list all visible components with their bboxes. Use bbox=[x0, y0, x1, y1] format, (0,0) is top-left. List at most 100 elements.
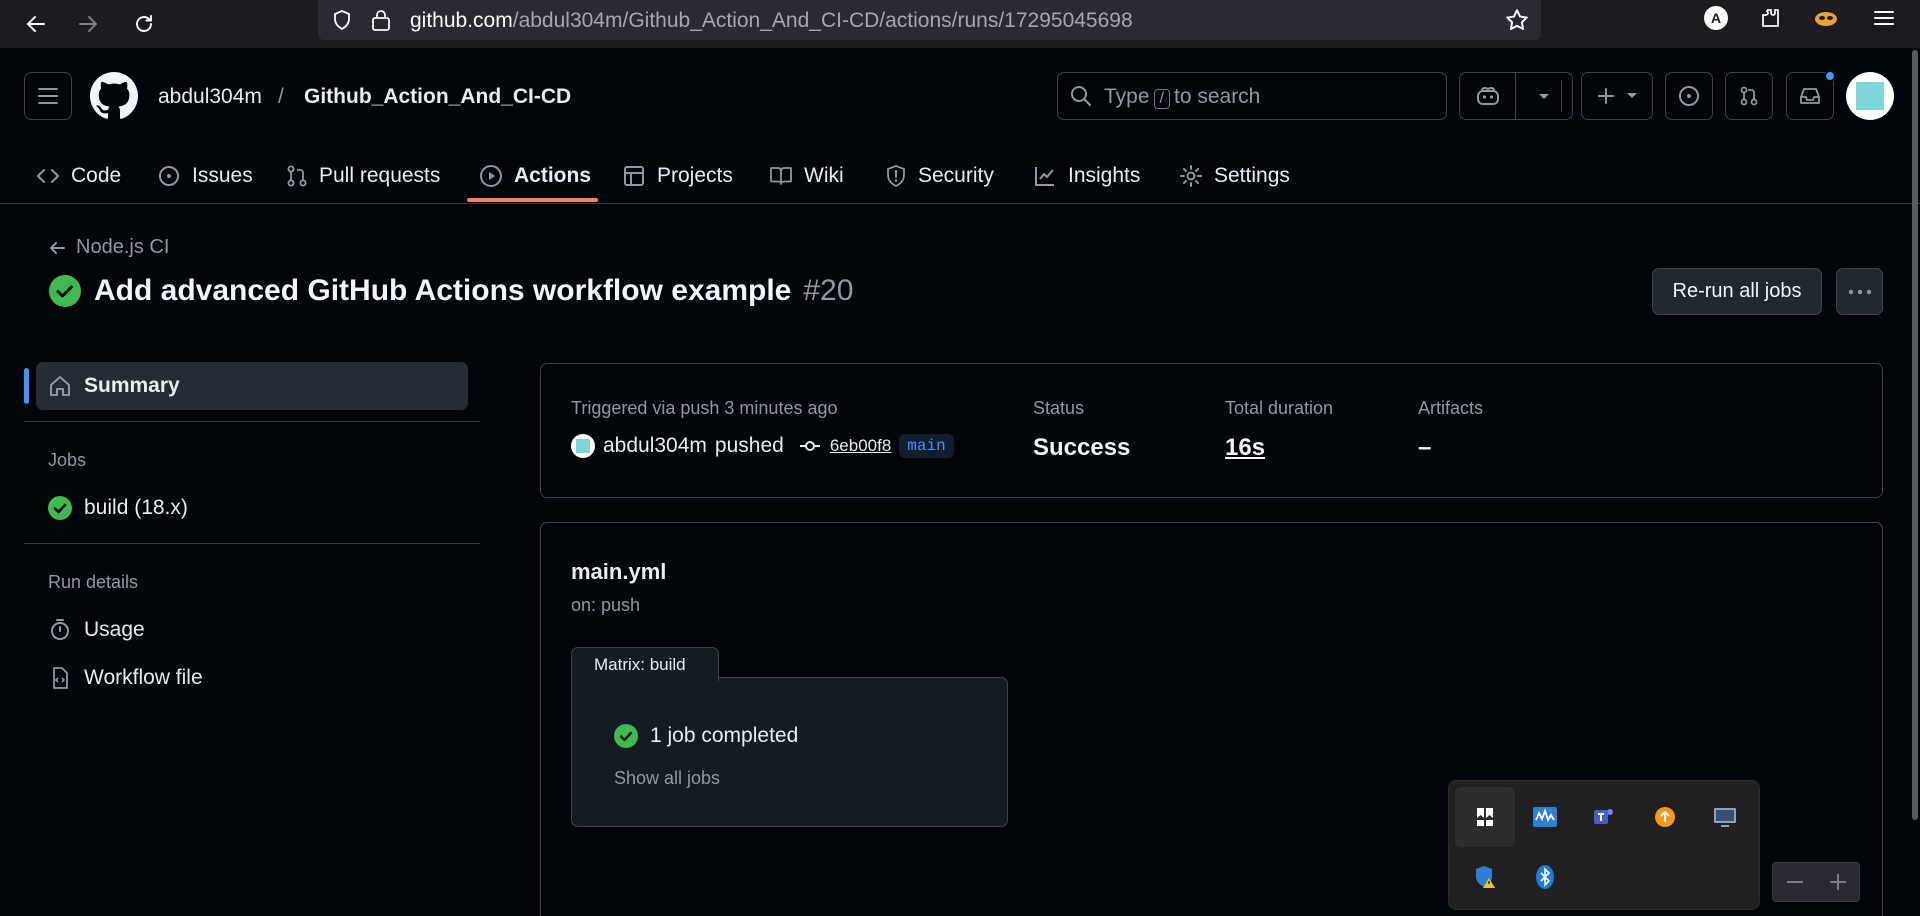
back-link-label: Node.js CI bbox=[76, 236, 170, 258]
github-logo-icon[interactable] bbox=[90, 72, 138, 120]
tab-label: Issues bbox=[192, 164, 253, 187]
search-shortcut-key: / bbox=[1153, 89, 1170, 109]
reload-icon[interactable] bbox=[126, 6, 162, 42]
tab-settings[interactable]: Settings bbox=[1179, 148, 1290, 204]
page-scrollbar[interactable] bbox=[1912, 50, 1918, 820]
breadcrumb-repo[interactable]: Github_Action_And_CI-CD bbox=[304, 85, 571, 109]
zoom-in-icon[interactable] bbox=[1829, 873, 1847, 891]
repo-header: abdul304m / Github_Action_And_CI-CD Type… bbox=[0, 48, 1920, 204]
commit-sha-link[interactable]: 6eb00f8 bbox=[830, 436, 891, 456]
tab-code[interactable]: Code bbox=[36, 148, 121, 204]
profile-avatar[interactable]: A bbox=[1704, 6, 1728, 30]
workflow-trigger: on: push bbox=[571, 595, 641, 615]
book-icon bbox=[770, 167, 792, 185]
jobs-completed-status: 1 job completed bbox=[614, 724, 798, 748]
duration-label: Total duration bbox=[1225, 398, 1334, 418]
tab-projects[interactable]: Projects bbox=[622, 148, 733, 204]
search-icon bbox=[1070, 85, 1092, 107]
bookmark-star-icon[interactable] bbox=[1504, 7, 1530, 33]
tray-display-icon[interactable] bbox=[1695, 787, 1755, 847]
tray-audio-app-icon[interactable] bbox=[1515, 787, 1575, 847]
tab-issues[interactable]: Issues bbox=[157, 148, 253, 204]
search-placeholder-prefix: Type bbox=[1104, 85, 1150, 108]
search-input[interactable]: Type / to search bbox=[1057, 72, 1447, 120]
zoom-out-icon[interactable] bbox=[1786, 880, 1804, 884]
tab-wiki[interactable]: Wiki bbox=[769, 148, 844, 204]
sidebar-item-summary[interactable]: Summary bbox=[36, 362, 468, 410]
workflow-file-name: main.yml bbox=[571, 559, 667, 584]
tray-teams-icon[interactable] bbox=[1575, 787, 1635, 847]
user-avatar[interactable] bbox=[1846, 72, 1894, 120]
back-icon[interactable] bbox=[18, 6, 54, 42]
chevron-down-icon[interactable] bbox=[1516, 91, 1572, 101]
tab-label: Projects bbox=[657, 164, 733, 187]
copilot-button[interactable] bbox=[1459, 72, 1573, 120]
extension-mascot-icon[interactable] bbox=[1808, 0, 1844, 36]
sidebar-item-build-job[interactable]: build (18.x) bbox=[48, 496, 188, 520]
pull-requests-button[interactable] bbox=[1725, 72, 1773, 120]
tab-pull-requests[interactable]: Pull requests bbox=[286, 148, 440, 204]
tab-label: Code bbox=[71, 164, 122, 187]
sidebar-item-workflow-file[interactable]: Workflow file bbox=[48, 666, 203, 690]
play-icon bbox=[480, 165, 502, 187]
create-new-button[interactable] bbox=[1581, 72, 1653, 120]
address-bar[interactable]: github.com/abdul304m/Github_Action_And_C… bbox=[318, 0, 1541, 40]
notification-dot bbox=[1824, 70, 1836, 82]
push-info: abdul304m pushed 6eb00f8 main bbox=[571, 434, 954, 458]
lock-icon[interactable] bbox=[370, 8, 392, 32]
forward-icon[interactable] bbox=[70, 6, 106, 42]
global-nav-button[interactable] bbox=[24, 72, 72, 120]
tray-defender-warning-icon[interactable] bbox=[1455, 847, 1515, 907]
graph-icon bbox=[1035, 167, 1054, 186]
menu-icon[interactable] bbox=[1866, 0, 1902, 36]
arrow-left-icon bbox=[50, 241, 65, 254]
copilot-icon[interactable] bbox=[1460, 73, 1516, 119]
gear-icon bbox=[1180, 165, 1202, 187]
more-options-button[interactable] bbox=[1836, 268, 1883, 315]
system-tray-overflow bbox=[1448, 780, 1760, 910]
sidebar-divider bbox=[24, 421, 480, 422]
duration-value[interactable]: 16s bbox=[1225, 434, 1265, 462]
tab-security[interactable]: Security bbox=[885, 148, 994, 204]
tab-insights[interactable]: Insights bbox=[1033, 148, 1140, 204]
commit-icon bbox=[799, 441, 820, 451]
show-all-jobs-link[interactable]: Show all jobs bbox=[614, 768, 720, 789]
success-check-icon bbox=[614, 724, 638, 748]
breadcrumb-owner[interactable]: abdul304m bbox=[158, 85, 262, 109]
table-icon bbox=[624, 166, 644, 186]
extensions-icon[interactable] bbox=[1752, 0, 1788, 36]
header-divider bbox=[1561, 80, 1562, 112]
tab-actions[interactable]: Actions bbox=[479, 148, 591, 204]
sidebar-item-usage[interactable]: Usage bbox=[48, 618, 145, 642]
tray-pinned-app-icon[interactable] bbox=[1455, 787, 1515, 847]
back-to-workflow-link[interactable]: Node.js CI bbox=[48, 236, 169, 259]
tray-update-icon[interactable] bbox=[1635, 787, 1695, 847]
push-action-text: pushed bbox=[714, 434, 784, 457]
tracking-shield-icon[interactable] bbox=[330, 8, 354, 32]
status-label: Status bbox=[1033, 398, 1085, 418]
pull-request-icon bbox=[287, 165, 307, 187]
tab-label: Actions bbox=[514, 164, 592, 187]
status-value: Success bbox=[1033, 434, 1131, 461]
actor-avatar[interactable] bbox=[571, 434, 595, 458]
jobs-completed-text: 1 job completed bbox=[650, 724, 799, 747]
run-details-heading: Run details bbox=[48, 572, 139, 592]
matrix-job-group[interactable]: 1 job completed Show all jobs bbox=[571, 677, 1008, 827]
branch-label[interactable]: main bbox=[899, 434, 954, 458]
browser-toolbar: github.com/abdul304m/Github_Action_And_C… bbox=[0, 0, 1920, 48]
breadcrumb-separator: / bbox=[278, 85, 284, 108]
jobs-heading: Jobs bbox=[48, 450, 87, 470]
issue-icon bbox=[1679, 86, 1699, 106]
run-summary-card: Triggered via push 3 minutes ago abdul30… bbox=[540, 363, 1883, 498]
run-title-text: Add advanced GitHub Actions workflow exa… bbox=[94, 274, 792, 307]
sidebar-divider bbox=[24, 543, 480, 544]
tab-label: Security bbox=[918, 164, 994, 187]
selected-indicator bbox=[24, 368, 29, 404]
rerun-all-jobs-button[interactable]: Re-run all jobs bbox=[1652, 268, 1822, 315]
url-text[interactable]: github.com/abdul304m/Github_Action_And_C… bbox=[410, 9, 1133, 33]
issues-button[interactable] bbox=[1665, 72, 1713, 120]
code-icon bbox=[37, 169, 59, 183]
kebab-horizontal-icon bbox=[1848, 289, 1871, 294]
actor-name[interactable]: abdul304m bbox=[603, 434, 707, 458]
tray-bluetooth-icon[interactable] bbox=[1515, 847, 1575, 907]
